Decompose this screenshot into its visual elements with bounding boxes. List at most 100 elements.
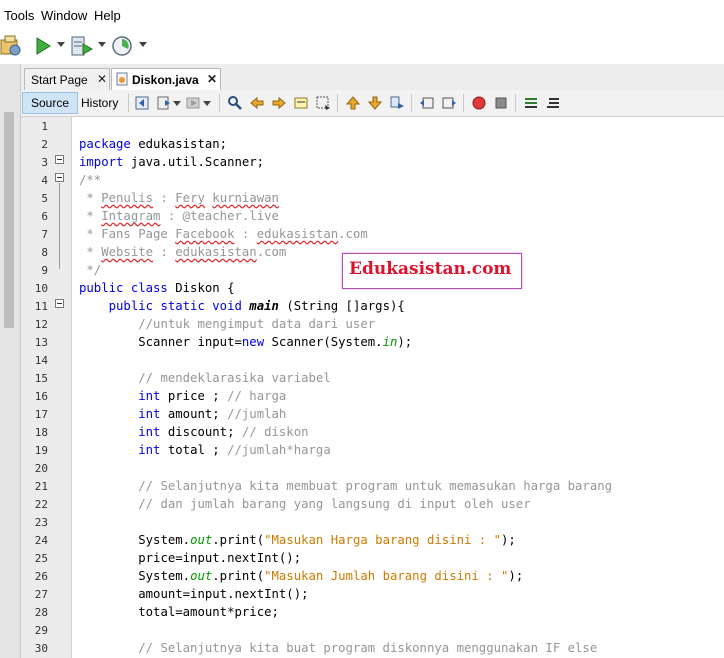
code-line-22: // dan jumlah barang yang langsung di in… xyxy=(138,497,531,511)
line-number: 22 xyxy=(34,498,48,511)
code-line-11: public static void main (String []args){ xyxy=(108,299,405,313)
code-line-25: price=input.nextInt(); xyxy=(138,551,302,565)
line-number-gutter: 1 2 3 4 5 6 7 8 9 10 11 12 13 14 15 16 17 18 19 20 21 22 23 24 2… xyxy=(21,117,72,658)
find-next-icon[interactable] xyxy=(271,95,287,111)
fold-guide xyxy=(59,183,60,269)
project-properties-icon[interactable] xyxy=(0,34,22,58)
toolbar-separator xyxy=(515,94,516,112)
code-line-6: * Intagram : @teacher.live xyxy=(79,209,279,223)
next-bookmark-icon[interactable] xyxy=(367,95,383,111)
close-icon[interactable]: ✕ xyxy=(207,72,217,86)
code-line-5: * Penulis : Fery kurniawan xyxy=(79,191,279,205)
menu-bar: Tools Window Help xyxy=(0,0,724,28)
tab-start-page-label: Start Page xyxy=(31,73,88,87)
line-number: 9 xyxy=(41,264,48,277)
debug-icon[interactable] xyxy=(70,34,94,58)
line-number: 7 xyxy=(41,228,48,241)
line-number: 30 xyxy=(34,642,48,655)
line-number: 1 xyxy=(41,120,48,133)
line-number: 26 xyxy=(34,570,48,583)
menu-help[interactable]: Help xyxy=(94,8,121,23)
toolbar-separator xyxy=(411,94,412,112)
code-editor[interactable]: package edukasistan; import java.util.Sc… xyxy=(72,117,724,658)
editor-toolbar: Source History xyxy=(21,90,724,117)
toolbar-separator xyxy=(128,94,129,112)
watermark-text: Edukasistan.com xyxy=(349,259,512,279)
run-icon[interactable] xyxy=(34,34,52,58)
close-icon[interactable]: ✕ xyxy=(97,72,107,86)
editor-tab-bar: Start Page ✕ Diskon.java ✕ xyxy=(21,64,724,91)
last-edit-icon[interactable] xyxy=(134,95,150,111)
left-scrollbar-thumb[interactable] xyxy=(4,112,14,328)
profile-dropdown-icon[interactable] xyxy=(139,42,147,47)
line-number: 27 xyxy=(34,588,48,601)
history-button[interactable]: History xyxy=(72,92,127,114)
find-icon[interactable] xyxy=(227,95,243,111)
comment-icon[interactable] xyxy=(523,95,539,111)
toolbar-separator xyxy=(337,94,338,112)
uncomment-icon[interactable] xyxy=(545,95,561,111)
tab-diskon-java[interactable]: Diskon.java ✕ xyxy=(111,68,221,90)
start-macro-recording-icon[interactable] xyxy=(471,95,487,111)
run-dropdown-icon[interactable] xyxy=(57,42,65,47)
code-line-19: int total ; //jumlah*harga xyxy=(138,443,331,457)
code-line-27: amount=input.nextInt(); xyxy=(138,587,309,601)
code-line-13: Scanner input=new Scanner(System.in); xyxy=(138,335,413,349)
line-number: 23 xyxy=(34,516,48,529)
source-button[interactable]: Source xyxy=(22,92,79,114)
line-number: 20 xyxy=(34,462,48,475)
line-number: 25 xyxy=(34,552,48,565)
line-number: 6 xyxy=(41,210,48,223)
java-file-icon xyxy=(116,72,128,86)
watermark-box: Edukasistan.com xyxy=(342,253,522,289)
back-icon[interactable] xyxy=(156,95,172,111)
code-line-18: int discount; // diskon xyxy=(138,425,309,439)
stop-macro-icon[interactable] xyxy=(493,95,509,111)
back-dropdown-icon[interactable] xyxy=(173,101,181,106)
line-number: 12 xyxy=(34,318,48,331)
code-line-30: // Selanjutnya kita buat program diskonn… xyxy=(138,641,598,655)
line-number: 24 xyxy=(34,534,48,547)
toggle-highlight-icon[interactable] xyxy=(293,95,309,111)
line-number: 5 xyxy=(41,192,48,205)
bookmark-icon[interactable] xyxy=(389,95,405,111)
menu-window[interactable]: Window xyxy=(41,8,87,23)
debug-dropdown-icon[interactable] xyxy=(98,42,106,47)
fold-toggle[interactable] xyxy=(55,155,64,164)
forward-icon[interactable] xyxy=(185,95,201,111)
code-line-12: //untuk mengimput data dari user xyxy=(138,317,376,331)
code-line-8: * Website : edukasistan.com xyxy=(79,245,287,259)
shift-line-right-icon[interactable] xyxy=(441,95,457,111)
tab-start-page[interactable]: Start Page ✕ xyxy=(24,68,110,90)
fold-toggle[interactable] xyxy=(55,173,64,182)
line-number: 10 xyxy=(34,282,48,295)
code-line-9: */ xyxy=(79,263,102,277)
find-previous-icon[interactable] xyxy=(249,95,265,111)
line-number: 21 xyxy=(34,480,48,493)
line-number: 18 xyxy=(34,426,48,439)
previous-bookmark-icon[interactable] xyxy=(345,95,361,111)
line-number: 15 xyxy=(34,372,48,385)
code-line-21: // Selanjutnya kita membuat program untu… xyxy=(138,479,613,493)
code-line-10: public class Diskon { xyxy=(79,281,235,295)
tab-diskon-java-label: Diskon.java xyxy=(132,73,199,87)
menu-tools[interactable]: Tools xyxy=(4,8,34,23)
toolbar-separator xyxy=(219,94,220,112)
code-line-15: // mendeklarasika variabel xyxy=(138,371,331,385)
toggle-rectangular-selection-icon[interactable] xyxy=(315,95,331,111)
line-number: 8 xyxy=(41,246,48,259)
code-line-24: System.out.print("Masukan Harga barang d… xyxy=(138,533,516,547)
fold-toggle[interactable] xyxy=(55,299,64,308)
code-line-4: /** xyxy=(79,173,102,187)
line-number: 4 xyxy=(41,174,48,187)
code-line-16: int price ; // harga xyxy=(138,389,287,403)
forward-dropdown-icon[interactable] xyxy=(203,101,211,106)
line-number: 17 xyxy=(34,408,48,421)
profile-icon[interactable] xyxy=(110,34,134,58)
shift-line-left-icon[interactable] xyxy=(419,95,435,111)
code-line-7: * Fans Page Facebook : edukasistan.com xyxy=(79,227,368,241)
line-number: 28 xyxy=(34,606,48,619)
line-number: 13 xyxy=(34,336,48,349)
code-line-17: int amount; //jumlah xyxy=(138,407,287,421)
line-number: 11 xyxy=(34,300,48,313)
